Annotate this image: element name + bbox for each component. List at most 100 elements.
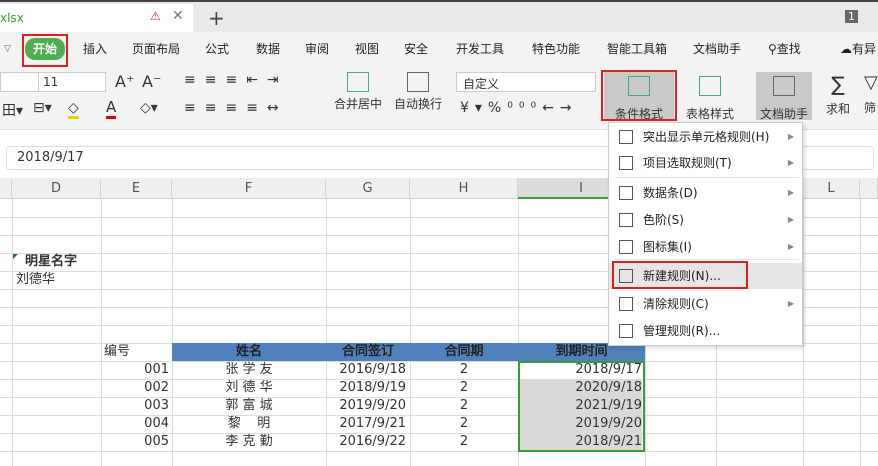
top-bottom-rules-icon [619, 156, 633, 170]
font-color-icon[interactable]: A [106, 98, 117, 119]
cell-id[interactable]: 002 [101, 379, 169, 397]
cell-name[interactable]: 黎 明 [172, 415, 326, 433]
menu-formula[interactable]: 公式 [205, 40, 229, 57]
filter-label: 筛 [864, 101, 877, 115]
cell-title[interactable]: 明星名字 [25, 253, 77, 271]
cell-term[interactable]: 2 [410, 415, 518, 433]
document-tab[interactable]: xlsx ⚠ ✕ [0, 4, 193, 34]
menu-item-top-bottom-rules[interactable]: 项目选取规则(T) ▶ [609, 150, 802, 176]
manage-rules-icon [619, 324, 633, 338]
merge-icon [347, 72, 369, 92]
menu-item-label: 管理规则(R)... [643, 324, 721, 338]
conditional-format-dropdown: 突出显示单元格规则(H) ▶ 项目选取规则(T) ▶ 数据条(D) ▶ 色阶(S) ▶ 图标集(… [608, 122, 803, 346]
menu-data[interactable]: 数据 [256, 40, 280, 57]
submenu-arrow-icon: ▶ [787, 188, 794, 197]
table-style-label: 表格样式 [685, 107, 734, 121]
menu-insert[interactable]: 插入 [83, 40, 107, 57]
icon-sets-icon [619, 240, 633, 254]
cell-id[interactable]: 004 [101, 415, 169, 433]
submenu-arrow-icon: ▶ [787, 215, 794, 224]
menu-item-label: 色阶(S) [643, 213, 684, 227]
filter-button[interactable]: ▽ 筛 [864, 72, 878, 116]
cell-term[interactable]: 2 [410, 361, 518, 379]
menu-item-color-scales[interactable]: 色阶(S) ▶ [609, 207, 802, 233]
cell-sign-date[interactable]: 2016/9/22 [326, 433, 406, 451]
cell-name[interactable]: 张 学 友 [172, 361, 326, 379]
increase-font-icon[interactable]: A⁺ [115, 72, 134, 91]
number-format-icons[interactable]: ¥▾%⁰⁰⁰←→ [460, 100, 578, 116]
number-format-select[interactable]: 自定义 [456, 72, 596, 92]
fill-color-icon[interactable]: ◇ [68, 100, 79, 119]
doc-helper-icon [773, 76, 795, 96]
header-name[interactable]: 姓名 [172, 343, 326, 361]
menu-security[interactable]: 安全 [404, 40, 428, 57]
cell-style-icon[interactable]: ⊟▾ [33, 100, 52, 116]
header-id[interactable]: 编号 [104, 343, 130, 361]
cell-name[interactable]: 李 克 勤 [172, 433, 326, 451]
menu-item-label: 图标集(I) [643, 240, 692, 254]
wrap-icon [407, 72, 429, 92]
cell-name[interactable]: 刘德华 [16, 271, 55, 289]
halign-icons[interactable]: ≡≡≡≡↔ [184, 100, 288, 116]
font-size-select[interactable]: 11 [38, 72, 106, 92]
cell-id[interactable]: 003 [101, 397, 169, 415]
menu-cloud[interactable]: ☁有异 [840, 40, 876, 57]
cell-id[interactable]: 005 [101, 433, 169, 451]
new-tab-button[interactable]: + [208, 6, 225, 30]
menu-page-layout[interactable]: 页面布局 [132, 40, 180, 57]
sigma-icon: ∑ [831, 72, 845, 96]
comment-indicator [13, 254, 18, 259]
close-icon[interactable]: ✕ [172, 8, 184, 24]
col-header-G[interactable]: G [326, 178, 410, 199]
menu-item-highlight-rules[interactable]: 突出显示单元格规则(H) ▶ [609, 124, 802, 150]
cell-sign-date[interactable]: 2016/9/18 [326, 361, 406, 379]
merge-label: 合并居中 [333, 97, 382, 111]
col-header-F[interactable]: F [172, 178, 326, 199]
chevron-down-icon[interactable]: ▽ [4, 44, 11, 54]
menu-view[interactable]: 视图 [355, 40, 379, 57]
window-count-badge[interactable]: 1 [845, 10, 858, 23]
cell-term[interactable]: 2 [410, 433, 518, 451]
header-term[interactable]: 合同期 [410, 343, 518, 361]
menu-item-icon-sets[interactable]: 图标集(I) ▶ [609, 234, 802, 260]
cell-id[interactable]: 001 [101, 361, 169, 379]
cell-sign-date[interactable]: 2018/9/19 [326, 379, 406, 397]
col-header-H[interactable]: H [410, 178, 518, 199]
col-header-L[interactable]: L [803, 178, 860, 199]
border-icon[interactable]: 田▾ [2, 100, 23, 120]
table-style-icon [699, 76, 721, 96]
header-sign-date[interactable]: 合同签订 [326, 343, 410, 361]
menu-item-label: 项目选取规则(T) [643, 156, 732, 170]
color-scales-icon [619, 213, 633, 227]
menu-features[interactable]: 特色功能 [532, 40, 580, 57]
search-icon: ⚲ [768, 42, 777, 56]
menu-separator [615, 177, 799, 178]
menu-item-manage-rules[interactable]: 管理规则(R)... [609, 318, 802, 344]
cell-sign-date[interactable]: 2019/9/20 [326, 397, 406, 415]
cell-name[interactable]: 刘 德 华 [172, 379, 326, 397]
clear-icon[interactable]: ◇▾ [140, 100, 158, 116]
cell-term[interactable]: 2 [410, 397, 518, 415]
doc-helper-button[interactable]: 文档助手 [756, 72, 812, 121]
menu-item-data-bars[interactable]: 数据条(D) ▶ [609, 180, 802, 206]
table-style-button[interactable]: 表格样式 [680, 76, 740, 122]
menu-item-label: 突出显示单元格规则(H) [643, 130, 770, 144]
align-icons[interactable]: ≡≡≡⇤⇥ [184, 72, 288, 88]
cell-name[interactable]: 郭 富 城 [172, 397, 326, 415]
decrease-font-icon[interactable]: A⁻ [142, 72, 161, 91]
menu-developer[interactable]: 开发工具 [456, 40, 504, 57]
merge-center-button[interactable]: 合并居中 [325, 72, 391, 112]
wrap-text-button[interactable]: 自动换行 [392, 72, 444, 112]
cell-sign-date[interactable]: 2017/9/21 [326, 415, 406, 433]
col-header-D[interactable]: D [12, 178, 101, 199]
menu-doc-helper[interactable]: 文档助手 [693, 40, 741, 57]
cloud-icon: ☁ [840, 42, 852, 56]
cell-term[interactable]: 2 [410, 379, 518, 397]
menu-find[interactable]: ⚲查找 [768, 40, 801, 57]
menu-review[interactable]: 审阅 [305, 40, 329, 57]
menu-smart-toolbox[interactable]: 智能工具箱 [607, 40, 667, 57]
col-header-E[interactable]: E [101, 178, 172, 199]
sum-button[interactable]: ∑ 求和 [820, 72, 856, 117]
selection-range [518, 361, 645, 452]
menu-item-clear-rules[interactable]: 清除规则(C) ▶ [609, 291, 802, 317]
